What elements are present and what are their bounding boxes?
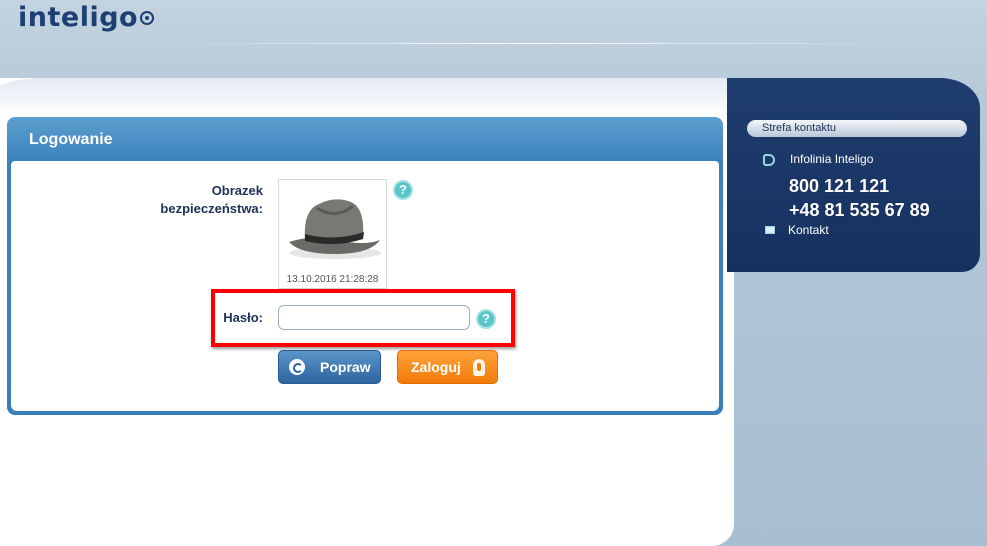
logo-mark-icon — [140, 11, 155, 25]
password-help-icon[interactable] — [476, 309, 496, 329]
key-icon — [473, 359, 485, 376]
password-input[interactable] — [278, 305, 470, 330]
popraw-button[interactable]: Popraw — [278, 350, 381, 384]
inteligo-logo[interactable]: inteligo — [18, 2, 155, 33]
zaloguj-label: Zaloguj — [411, 359, 461, 375]
phone-icon — [763, 154, 775, 166]
security-image-label-line2: bezpieczeństwa: — [160, 201, 263, 216]
kontakt-link[interactable]: Kontakt — [788, 223, 829, 237]
security-image-label: Obrazek bezpieczeństwa: — [123, 182, 263, 218]
zaloguj-button[interactable]: Zaloguj — [397, 350, 498, 384]
undo-icon — [289, 359, 305, 375]
infolinia-label: Infolinia Inteligo — [790, 152, 874, 166]
popraw-label: Popraw — [320, 359, 371, 375]
security-image: 13.10.2016 21:28:28 — [278, 179, 387, 289]
login-title: Logowanie — [29, 131, 113, 148]
security-image-label-line1: Obrazek — [211, 183, 263, 198]
header-divider — [150, 43, 915, 44]
hat-image — [289, 199, 381, 259]
password-label: Hasło: — [223, 310, 263, 325]
logo-text: inteligo — [18, 2, 139, 33]
security-image-date: 13.10.2016 21:28:28 — [286, 274, 379, 285]
contact-header: Strefa kontaktu — [747, 120, 967, 137]
contact-panel — [727, 78, 980, 272]
main-panel-top — [0, 78, 740, 118]
phone-number-1: 800 121 121 — [789, 176, 890, 196]
phone-number-2: +48 81 535 67 89 — [789, 200, 930, 220]
help-icon[interactable] — [393, 180, 413, 200]
mail-icon — [765, 226, 775, 234]
